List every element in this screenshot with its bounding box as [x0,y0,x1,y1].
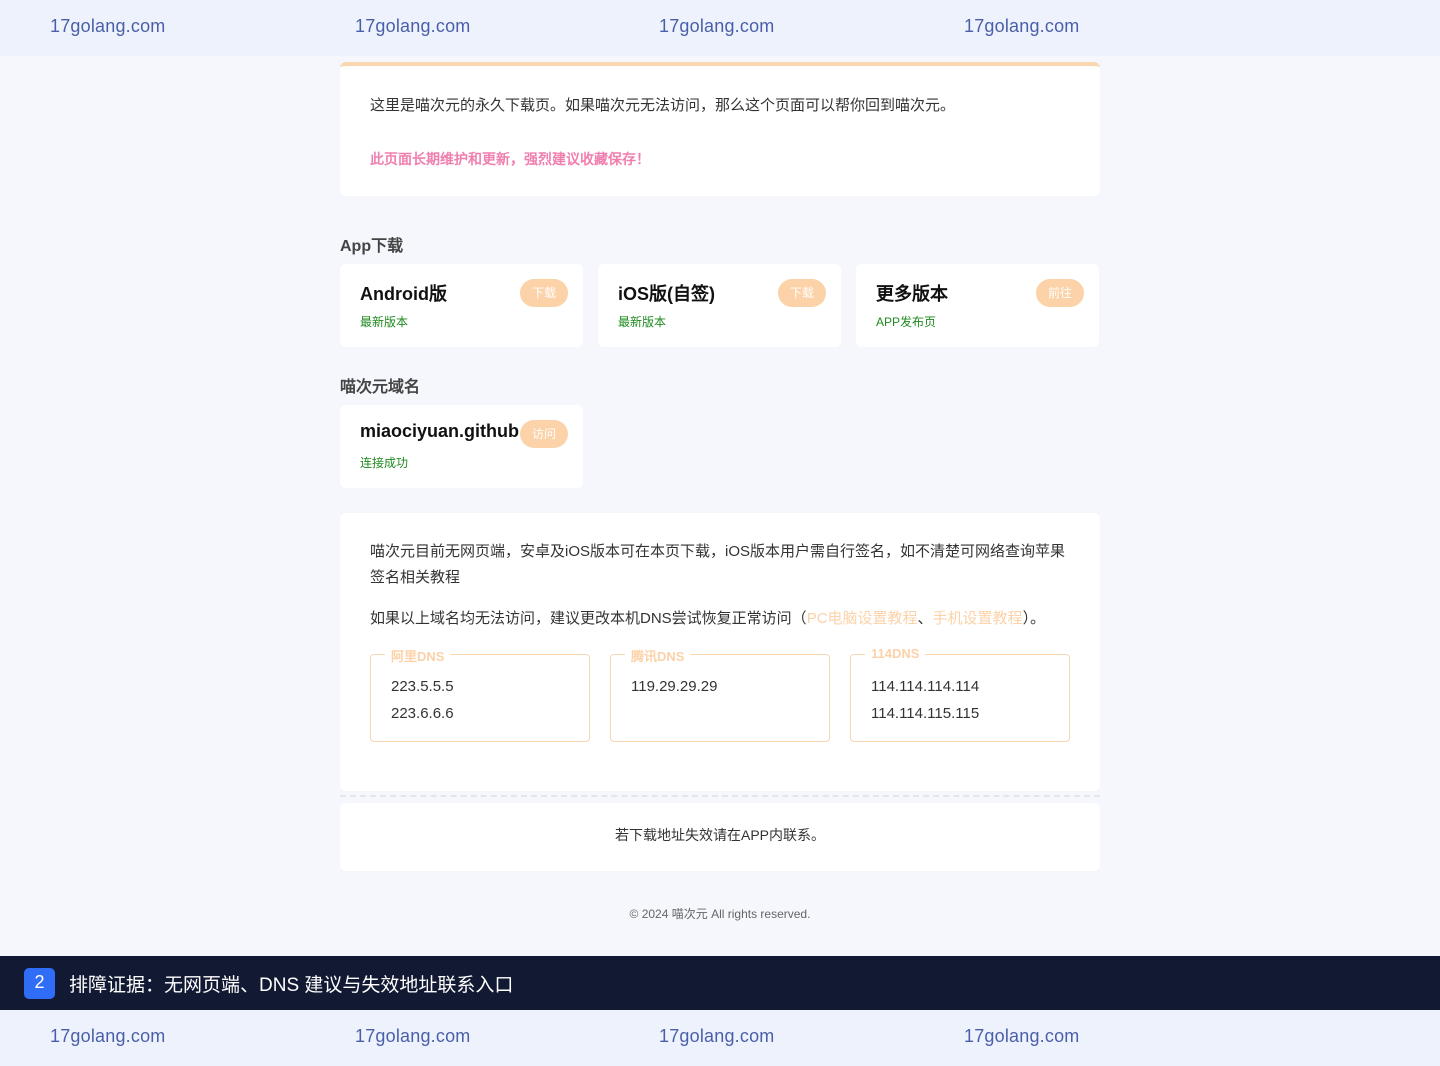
dns-list: 阿里DNS 223.5.5.5 223.6.6.6 腾讯DNS 119.29.2… [370,646,1070,742]
main-content: 这里是喵次元的永久下载页。如果喵次元无法访问，那么这个页面可以帮你回到喵次元。 … [340,62,1100,922]
watermark-text: 17golang.com [50,1026,166,1046]
mobile-tutorial-link[interactable]: 手机设置教程 [933,610,1023,627]
info-dns-suffix: ）。 [1022,610,1046,627]
info-dns-prefix: 如果以上域名均无法访问，建议更改本机DNS尝试恢复正常访问（ [370,610,807,627]
caption-text: 排障证据：无网页端、DNS 建议与失效地址联系入口 [69,974,514,996]
info-text-web: 喵次元目前无网页端，安卓及iOS版本可在本页下载，iOS版本用户需自行签名，如不… [370,543,1066,586]
app-section-title: App下载 [340,238,404,255]
dns-box-114: 114DNS 114.114.114.114 114.114.115.115 [850,646,1070,742]
watermark-text: 17golang.com [659,16,775,36]
watermark-text: 17golang.com [964,1026,1080,1046]
notice-warning: 此页面长期维护和更新，强烈建议收藏保存！ [370,151,650,167]
android-card[interactable]: Android版 最新版本 下载 [340,264,583,347]
dns-ip: 223.5.5.5 [391,678,454,695]
notice-intro: 这里是喵次元的永久下载页。如果喵次元无法访问，那么这个页面可以帮你回到喵次元。 [370,97,956,114]
dns-label: 腾讯DNS [625,646,691,665]
info-text-dns: 如果以上域名均无法访问，建议更改本机DNS尝试恢复正常访问（PC电脑设置教程、手… [370,606,1070,632]
ios-download-button[interactable]: 下载 [777,279,826,307]
watermark-text: 17golang.com [659,1026,775,1046]
pc-tutorial-link[interactable]: PC电脑设置教程 [807,610,918,627]
dns-ip: 114.114.114.114 [871,678,980,695]
android-download-button[interactable]: 下载 [519,279,568,307]
more-versions-card[interactable]: 更多版本 APP发布页 前往 [856,264,1099,347]
ios-card[interactable]: iOS版(自签) 最新版本 下载 [598,264,841,347]
domain-section-title: 喵次元域名 [340,379,421,396]
visit-button[interactable]: 访问 [519,420,568,448]
app-cards: Android版 最新版本 下载 iOS版(自签) 最新版本 下载 更多版本 A… [340,264,1100,347]
copyright: © 2024 喵次元 All rights reserved. [629,907,811,921]
domain-card[interactable]: miaociyuan.github 连接成功 访问 [340,405,583,488]
dns-ip: 223.6.6.6 [391,705,454,722]
watermark-bar-top: 17golang.com 17golang.com 17golang.com 1… [0,0,1440,56]
dns-ip: 119.29.29.29 [631,678,718,695]
more-versions-button[interactable]: 前往 [1035,279,1084,307]
card-sub: 最新版本 [618,315,667,329]
watermark-text: 17golang.com [355,1026,471,1046]
watermark-text: 17golang.com [355,16,471,36]
domain-cards: miaociyuan.github 连接成功 访问 [340,405,1100,488]
notice-card: 这里是喵次元的永久下载页。如果喵次元无法访问，那么这个页面可以帮你回到喵次元。 … [340,62,1100,196]
dns-ip: 114.114.115.115 [871,705,980,722]
info-card: 喵次元目前无网页端，安卓及iOS版本可在本页下载，iOS版本用户需自行签名，如不… [340,513,1100,791]
watermark-text: 17golang.com [964,16,1080,36]
info-sep: 、 [917,610,933,627]
caption-bar: 2 排障证据：无网页端、DNS 建议与失效地址联系入口 [0,956,1440,1010]
card-sub: APP发布页 [876,315,937,329]
dns-label: 114DNS [865,646,926,661]
domain-status: 连接成功 [360,456,409,470]
dns-box-tencent: 腾讯DNS 119.29.29.29 [610,646,830,742]
card-sub: 最新版本 [360,315,409,329]
dns-box-ali: 阿里DNS 223.5.5.5 223.6.6.6 [370,646,590,742]
footer-note: 若下载地址失效请在APP内联系。 [340,803,1100,871]
watermark-text: 17golang.com [50,16,166,36]
dns-label: 阿里DNS [385,646,451,665]
step-number-badge: 2 [24,967,55,999]
dashed-divider [340,795,1100,797]
watermark-bar-bottom: 17golang.com 17golang.com 17golang.com 1… [0,1010,1440,1066]
